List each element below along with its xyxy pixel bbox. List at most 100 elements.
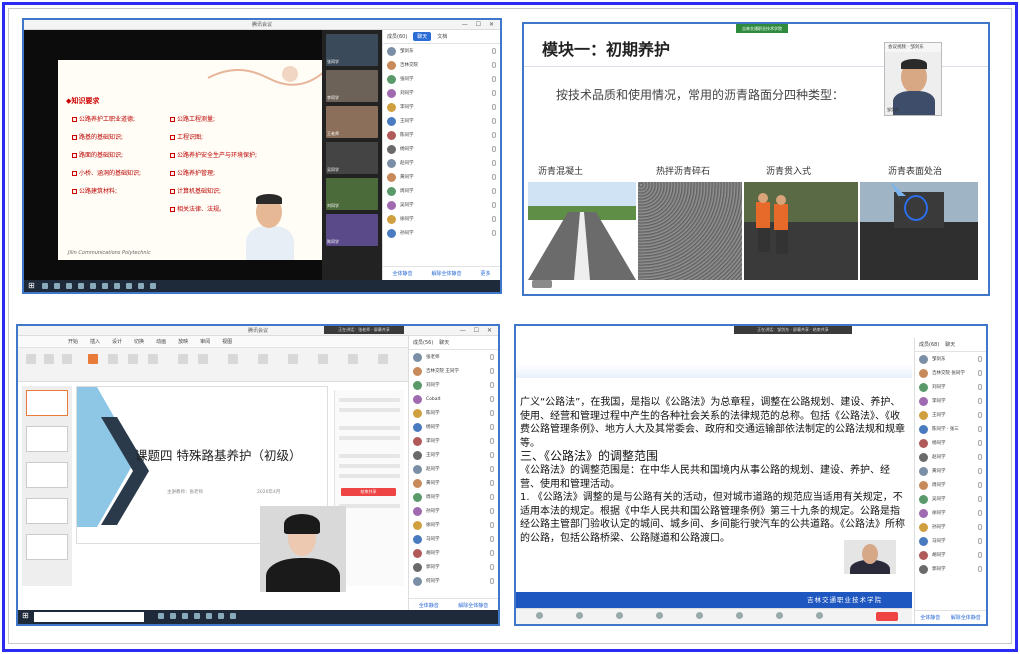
ribbon-tab[interactable]: 动画 — [156, 338, 166, 345]
member-row[interactable]: 徐同学 — [383, 212, 500, 226]
member-row[interactable]: 赵同学 — [409, 462, 498, 476]
member-row[interactable]: 吉林交院 张同学 — [915, 366, 986, 380]
share-icon[interactable] — [616, 612, 623, 619]
tab-chat[interactable]: 聊天 — [413, 32, 432, 41]
member-row[interactable]: 郭同学 — [915, 562, 986, 576]
member-row[interactable]: 胡同学 — [409, 546, 498, 560]
video-tile[interactable]: 陈同学 — [326, 214, 378, 246]
mic-icon[interactable] — [490, 564, 494, 570]
tab-chat[interactable]: 聊天 — [945, 341, 955, 348]
mic-icon[interactable] — [978, 412, 982, 418]
mic-icon[interactable] — [490, 410, 494, 416]
ribbon-tool-icon[interactable] — [348, 354, 358, 364]
ribbon-tab[interactable]: 开始 — [68, 338, 78, 345]
member-row[interactable]: 何同学 — [409, 574, 498, 588]
member-row[interactable]: 吴同学 — [383, 198, 500, 212]
camera-icon[interactable] — [576, 612, 583, 619]
windows-start-icon[interactable]: ⊞ — [28, 282, 36, 290]
ribbon-tool-icon[interactable] — [62, 354, 72, 364]
mic-icon[interactable] — [978, 370, 982, 376]
member-row[interactable]: 吴同学 — [915, 492, 986, 506]
ribbon-tool-icon[interactable] — [178, 354, 188, 364]
mic-icon[interactable] — [490, 578, 494, 584]
member-row[interactable]: 黄同学 — [383, 170, 500, 184]
member-row[interactable]: Cobalt — [409, 392, 498, 406]
video-tile[interactable]: 吴同学 — [326, 142, 378, 174]
ribbon-tab[interactable]: 设计 — [112, 338, 122, 345]
ribbon-tab[interactable]: 插入 — [90, 338, 100, 345]
mic-icon[interactable] — [490, 522, 494, 528]
member-row[interactable]: 周同学 — [383, 184, 500, 198]
mic-icon[interactable] — [490, 368, 494, 374]
member-row[interactable]: 赵同学 — [383, 156, 500, 170]
member-row[interactable]: 孙同学 — [915, 520, 986, 534]
mic-icon[interactable] — [492, 174, 496, 180]
member-row[interactable]: 黄同学 — [409, 476, 498, 490]
ribbon-tool-icon[interactable] — [128, 354, 138, 364]
mic-icon[interactable] — [978, 482, 982, 488]
member-row[interactable]: 陈同学 — [409, 406, 498, 420]
unmute-all-button[interactable]: 解除全体静音 — [458, 602, 488, 609]
tab-members[interactable]: 成员(56) — [413, 339, 433, 346]
ribbon-tool-icon[interactable] — [378, 354, 388, 364]
member-row[interactable]: 徐同学 — [409, 518, 498, 532]
ribbon-tool-icon[interactable] — [318, 354, 328, 364]
ribbon-tool-icon[interactable] — [148, 354, 158, 364]
mic-icon[interactable] — [978, 398, 982, 404]
ribbon-tool-icon[interactable] — [228, 354, 238, 364]
window-controls[interactable]: — ☐ ✕ — [460, 326, 495, 336]
member-row[interactable]: 徐同学 — [915, 506, 986, 520]
mic-icon[interactable] — [490, 550, 494, 556]
ribbon-tab[interactable]: 审阅 — [200, 338, 210, 345]
mute-all-button[interactable]: 全体静音 — [920, 614, 940, 621]
member-row[interactable]: 刘同学 — [383, 86, 500, 100]
mic-icon[interactable] — [490, 466, 494, 472]
mic-icon[interactable] — [492, 230, 496, 236]
mic-icon[interactable] — [492, 118, 496, 124]
mic-icon[interactable] — [490, 438, 494, 444]
tab-members[interactable]: 成员(68) — [919, 341, 939, 348]
ribbon-tool-icon[interactable] — [288, 354, 298, 364]
window-controls[interactable]: — ☐ ✕ — [462, 20, 497, 30]
mic-icon[interactable] — [492, 48, 496, 54]
member-row[interactable]: 李同学 — [409, 434, 498, 448]
member-row[interactable]: 孙同学 — [383, 226, 500, 240]
ribbon-tool-icon[interactable] — [88, 354, 98, 364]
member-row[interactable]: 吉林交院 王同学 — [409, 364, 498, 378]
tab-docs[interactable]: 文档 — [437, 33, 447, 40]
apps-icon[interactable] — [816, 612, 823, 619]
chat-icon[interactable] — [696, 612, 703, 619]
member-row[interactable]: 陈同学 — [383, 128, 500, 142]
slide-thumbnail[interactable] — [26, 498, 68, 524]
ribbon-tool-icon[interactable] — [258, 354, 268, 364]
mic-icon[interactable] — [978, 510, 982, 516]
leave-button[interactable] — [876, 612, 898, 621]
mic-icon[interactable] — [536, 612, 543, 619]
slide-nav-button[interactable] — [532, 280, 552, 288]
tab-members[interactable]: 成员(60) — [387, 33, 407, 40]
mic-icon[interactable] — [490, 536, 494, 542]
mute-all-button[interactable]: 全体静音 — [392, 270, 412, 277]
ribbon-tab[interactable]: 视图 — [222, 338, 232, 345]
mic-icon[interactable] — [492, 104, 496, 110]
mic-icon[interactable] — [492, 132, 496, 138]
member-row[interactable]: 孙同学 — [409, 504, 498, 518]
mic-icon[interactable] — [978, 468, 982, 474]
mic-icon[interactable] — [492, 146, 496, 152]
member-row[interactable]: 周同学 — [915, 478, 986, 492]
mic-icon[interactable] — [490, 494, 494, 500]
ribbon-tool-icon[interactable] — [108, 354, 118, 364]
video-tile[interactable]: 王老师 — [326, 106, 378, 138]
mic-icon[interactable] — [492, 202, 496, 208]
ribbon-tool-icon[interactable] — [44, 354, 54, 364]
taskbar-app-icons[interactable] — [42, 283, 156, 289]
mic-icon[interactable] — [492, 76, 496, 82]
mic-icon[interactable] — [978, 538, 982, 544]
member-row[interactable]: 张同学 — [383, 72, 500, 86]
member-row[interactable]: 邹剑东 — [383, 44, 500, 58]
mic-icon[interactable] — [492, 62, 496, 68]
ribbon-tab[interactable]: 切换 — [134, 338, 144, 345]
mic-icon[interactable] — [490, 382, 494, 388]
member-row[interactable]: 刘同学 — [409, 378, 498, 392]
video-tile[interactable]: 李同学 — [326, 70, 378, 102]
